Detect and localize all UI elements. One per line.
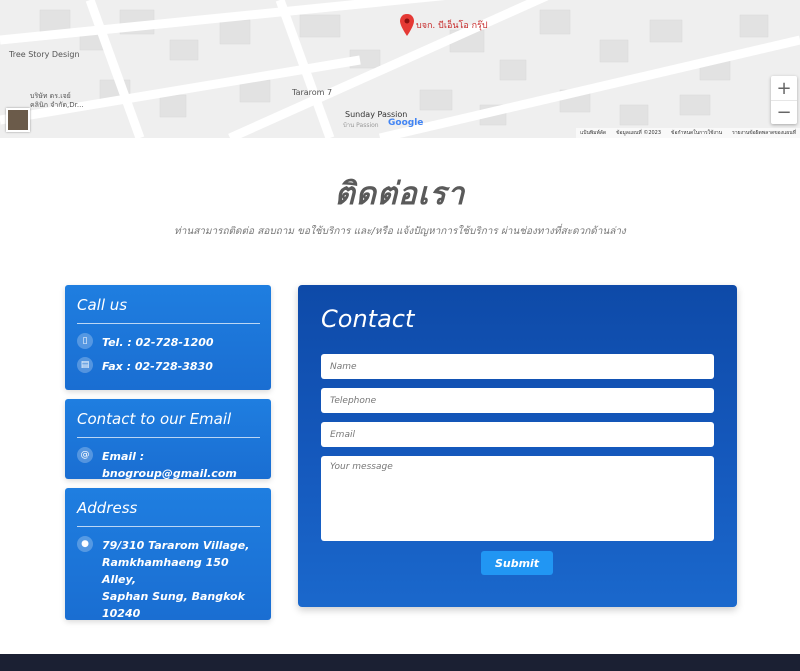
map-label-tree-story: Tree Story Design: [9, 50, 80, 59]
address-line: Saphan Sung, Bangkok: [102, 590, 245, 603]
map-footer-data: ข้อมูลแผนที่ ©2023: [616, 130, 662, 136]
email-row: @ Email : bnogroup@gmail.com: [77, 447, 259, 482]
fax-row: ▤ Fax : 02-728-3830: [77, 357, 259, 375]
map-footer-shortcuts[interactable]: แป้นพิมพ์ลัด: [580, 129, 606, 137]
address-line: 79/310 Tararom Village,: [102, 539, 250, 552]
page-title: ติดต่อเรา: [334, 176, 466, 212]
submit-button[interactable]: Submit: [481, 551, 553, 575]
address-text: 79/310 Tararom Village, Ramkhamhaeng 150…: [102, 537, 259, 622]
zoom-in-button[interactable]: +: [771, 76, 797, 100]
page-subtitle: ท่านสามารถติดต่อ สอบถาม ขอใช้บริการ และ/…: [174, 226, 626, 237]
contact-form-panel: Contact Submit: [298, 285, 737, 607]
street-view-thumbnail[interactable]: [6, 108, 30, 132]
fax-icon: ▤: [77, 357, 93, 373]
map-zoom-control[interactable]: + −: [771, 76, 797, 124]
address-line: Ramkhamhaeng 150 Alley,: [102, 556, 229, 586]
address-card: Address ● 79/310 Tararom Village, Ramkha…: [65, 488, 271, 620]
contact-form-title: Contact: [321, 305, 415, 333]
map-footer-report[interactable]: รายงานข้อผิดพลาดของแผนที่: [732, 129, 796, 137]
map-footer-terms[interactable]: ข้อกำหนดในการใช้งาน: [671, 129, 722, 137]
map-label-passion: บ้าน Passion: [343, 122, 379, 129]
call-us-card: Call us ▯ Tel. : 02-728-1200 ▤ Fax : 02-…: [65, 285, 271, 390]
location-pin-icon: ●: [77, 536, 93, 552]
address-row: ● 79/310 Tararom Village, Ramkhamhaeng 1…: [77, 536, 259, 622]
phone-icon: ▯: [77, 333, 93, 349]
address-title: Address: [77, 499, 260, 527]
map-label-clinic: บริษัท ดร.เจย์ คลินิก จำกัด,Dr...: [30, 92, 84, 109]
address-line: 10240: [102, 607, 141, 620]
email-input[interactable]: [321, 422, 714, 447]
email-text[interactable]: Email : bnogroup@gmail.com: [102, 448, 259, 482]
call-us-title: Call us: [77, 296, 260, 324]
site-footer: [0, 654, 800, 671]
at-icon: @: [77, 447, 93, 463]
map-marker-icon[interactable]: [400, 14, 414, 36]
map-place-name[interactable]: บจก. บีเอ็นโอ กรุ๊ป: [416, 18, 488, 32]
name-input[interactable]: [321, 354, 714, 379]
telephone-input[interactable]: [321, 388, 714, 413]
tel-text[interactable]: Tel. : 02-728-1200: [102, 334, 214, 351]
message-textarea[interactable]: [321, 456, 714, 541]
map-embed[interactable]: บจก. บีเอ็นโอ กรุ๊ป Tree Story Design Ta…: [0, 0, 800, 138]
tel-row: ▯ Tel. : 02-728-1200: [77, 333, 259, 351]
email-card-title: Contact to our Email: [77, 410, 260, 438]
map-attribution: แป้นพิมพ์ลัด ข้อมูลแผนที่ ©2023 ข้อกำหนด…: [576, 128, 800, 138]
email-card: Contact to our Email @ Email : bnogroup@…: [65, 399, 271, 482]
fax-text: Fax : 02-728-3830: [102, 360, 213, 373]
zoom-out-button[interactable]: −: [771, 100, 797, 124]
map-label-tararom: Tararom 7: [292, 88, 333, 97]
google-logo: Google: [388, 118, 424, 128]
